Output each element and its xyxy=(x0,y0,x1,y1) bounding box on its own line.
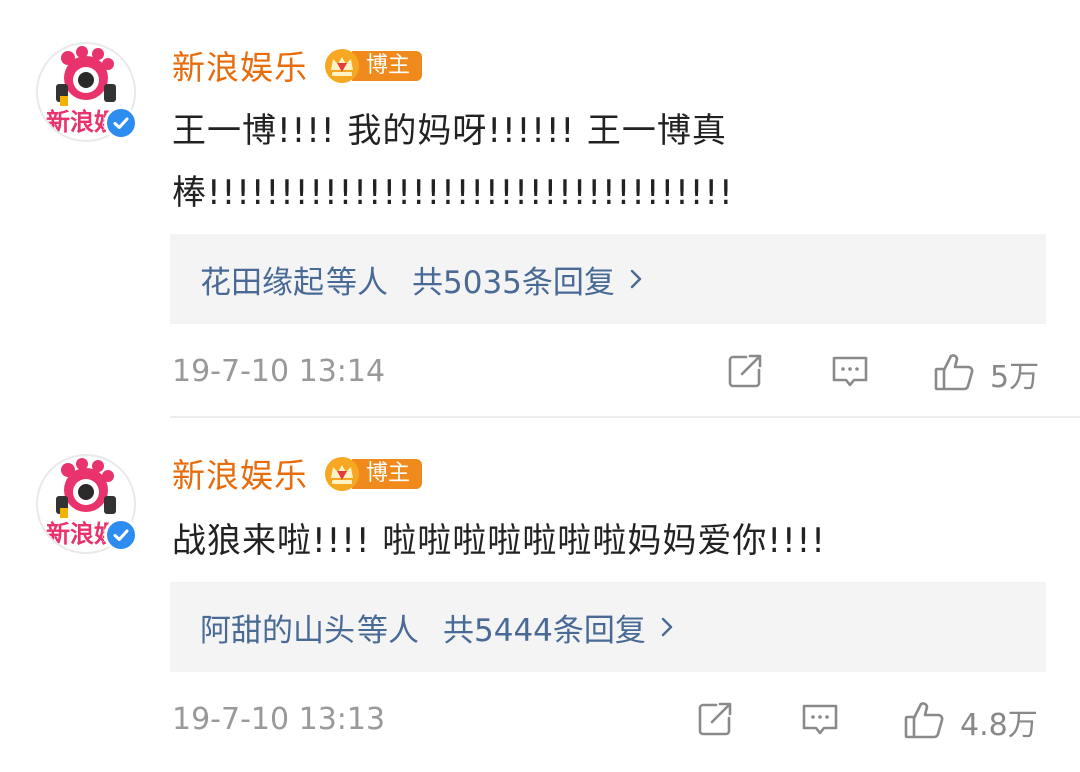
reply-summary[interactable]: 花田缘起 等人 共5035条回复 xyxy=(170,234,1046,324)
comment-button[interactable] xyxy=(800,700,840,744)
verified-check-icon xyxy=(104,106,138,140)
like-button[interactable]: 5万 xyxy=(932,350,1039,398)
reply-summary[interactable]: 阿甜的山头 等人 共5444条回复 xyxy=(170,582,1046,672)
badge-label: 博主 xyxy=(352,51,423,81)
reply-total[interactable]: 共5444条回复 xyxy=(443,605,646,650)
chevron-right-icon xyxy=(629,268,643,290)
comment-text: 战狼来啦!!!! 啦啦啦啦啦啦啦妈妈爱你!!!! xyxy=(172,521,826,561)
like-count: 4.8万 xyxy=(960,708,1038,743)
reply-total[interactable]: 共5035条回复 xyxy=(412,257,615,302)
avatar[interactable]: 新浪娱 xyxy=(36,454,138,554)
timestamp: 19-7-10 13:13 xyxy=(172,702,386,737)
comment-text: 王一博!!!! 我的妈呀!!!!!! 王一博真棒!!!!!!!!!!!!!!!!… xyxy=(172,111,734,213)
comment-item: 新浪娱 新浪娱乐 博主 战狼来啦!!!! 啦啦啦啦啦啦啦妈妈爱你!!!! 阿甜的… xyxy=(0,418,1080,772)
like-button[interactable]: 4.8万 xyxy=(902,698,1038,746)
reply-users[interactable]: 花田缘起 xyxy=(200,257,324,302)
crown-icon xyxy=(324,456,360,492)
comment-icon xyxy=(800,700,840,744)
avatar[interactable]: 新浪娱 xyxy=(36,42,138,142)
like-count: 5万 xyxy=(990,360,1040,395)
blogger-badge: 博主 xyxy=(324,48,423,84)
blogger-badge: 博主 xyxy=(324,456,423,492)
reply-etc: 等人 xyxy=(326,264,388,301)
share-icon xyxy=(726,352,764,394)
thumbs-up-icon xyxy=(932,350,976,398)
share-button[interactable] xyxy=(726,352,764,394)
comment-item: 新浪娱 新浪娱乐 博主 王一博!!!! 我的妈呀!!!!!! 王一博真棒!!!!… xyxy=(0,0,1080,418)
crown-icon xyxy=(324,48,360,84)
thumbs-up-icon xyxy=(902,698,946,746)
badge-label: 博主 xyxy=(352,459,423,489)
username[interactable]: 新浪娱乐 xyxy=(172,456,308,496)
reply-users[interactable]: 阿甜的山头 xyxy=(200,605,355,650)
verified-check-icon xyxy=(104,518,138,552)
timestamp: 19-7-10 13:14 xyxy=(172,354,386,389)
username[interactable]: 新浪娱乐 xyxy=(172,48,308,88)
chevron-right-icon xyxy=(660,616,674,638)
comment-icon xyxy=(830,352,870,396)
share-button[interactable] xyxy=(696,700,734,742)
comment-button[interactable] xyxy=(830,352,870,396)
reply-etc: 等人 xyxy=(357,612,419,649)
share-icon xyxy=(696,700,734,742)
